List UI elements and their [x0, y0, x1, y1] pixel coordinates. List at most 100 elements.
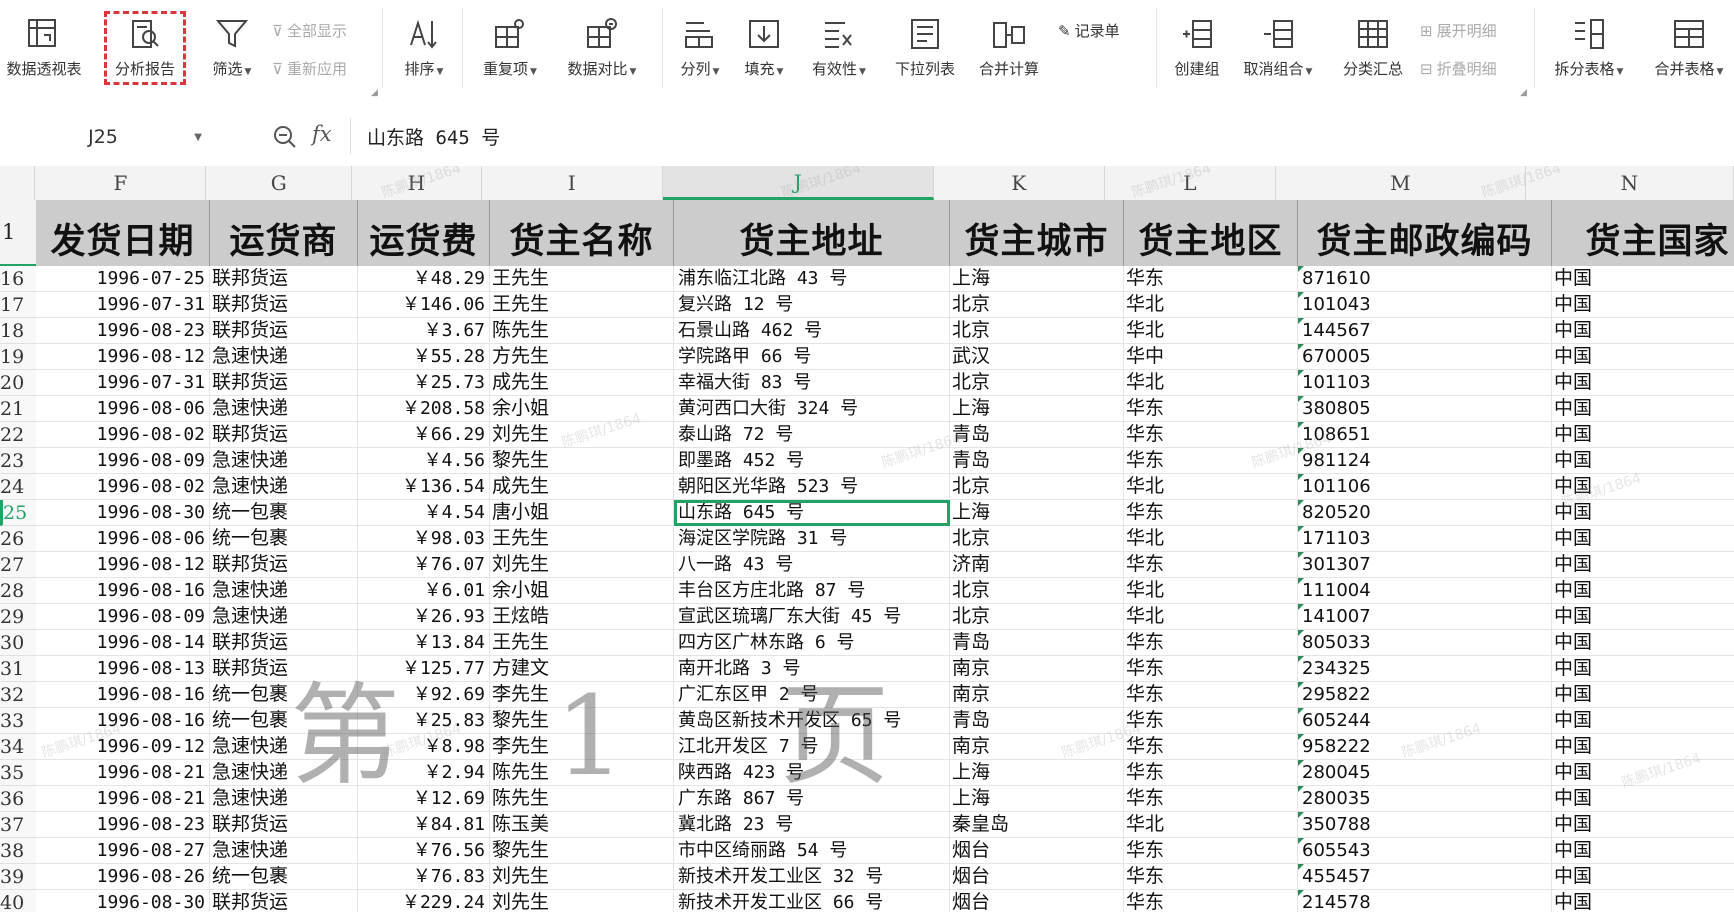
table-cell[interactable]: 联邦货运 — [210, 630, 358, 656]
table-cell[interactable]: 华北 — [1124, 604, 1298, 630]
table-cell[interactable]: 王先生 — [490, 526, 674, 552]
table-cell[interactable]: 刘先生 — [490, 552, 674, 578]
table-cell[interactable]: 1996-08-02 — [36, 422, 210, 448]
table-cell[interactable]: 1996-08-13 — [36, 656, 210, 682]
table-cell[interactable]: ￥3.67 — [358, 318, 490, 344]
table-cell[interactable]: 301307 — [1298, 552, 1552, 578]
table-cell[interactable]: 上海 — [950, 500, 1124, 526]
table-cell[interactable]: 刘先生 — [490, 864, 674, 890]
table-cell[interactable]: ￥4.56 — [358, 448, 490, 474]
row-header[interactable]: 40 — [0, 890, 36, 912]
table-cell[interactable]: 统一包裹 — [210, 864, 358, 890]
table-cell[interactable]: 111004 — [1298, 578, 1552, 604]
table-cell[interactable]: 冀北路 23 号 — [674, 812, 950, 838]
row-header[interactable]: 19 — [0, 344, 36, 370]
table-cell[interactable]: ￥6.01 — [358, 578, 490, 604]
header-cell[interactable]: 货主城市 — [950, 200, 1124, 266]
table-cell[interactable]: 统一包裹 — [210, 500, 358, 526]
table-cell[interactable]: 急速快递 — [210, 396, 358, 422]
validity-button[interactable]: 有效性 ▼ — [804, 14, 874, 79]
table-cell[interactable]: 中国 — [1552, 760, 1734, 786]
table-cell[interactable]: 1996-07-25 — [36, 266, 210, 292]
table-cell[interactable]: 成先生 — [490, 474, 674, 500]
table-cell[interactable]: 南开北路 3 号 — [674, 656, 950, 682]
dropdown-list-button[interactable]: 下拉列表 — [888, 14, 962, 79]
table-cell[interactable]: 朝阳区光华路 523 号 — [674, 474, 950, 500]
table-cell[interactable]: 联邦货运 — [210, 552, 358, 578]
show-all-button[interactable]: ⊽ 全部显示 — [272, 20, 347, 41]
ungroup-button[interactable]: 取消组合 ▼ — [1236, 14, 1320, 79]
table-cell[interactable]: 上海 — [950, 396, 1124, 422]
table-cell[interactable]: ￥25.73 — [358, 370, 490, 396]
table-cell[interactable]: 605543 — [1298, 838, 1552, 864]
table-cell[interactable]: ￥48.29 — [358, 266, 490, 292]
table-cell[interactable]: 中国 — [1552, 422, 1734, 448]
table-cell[interactable]: 联邦货运 — [210, 656, 358, 682]
table-cell[interactable]: 中国 — [1552, 578, 1734, 604]
row-header[interactable]: 16 — [0, 266, 36, 292]
table-cell[interactable]: ￥26.93 — [358, 604, 490, 630]
expand-detail-button[interactable]: ⊞ 展开明细 — [1420, 20, 1497, 41]
table-cell[interactable]: 华北 — [1124, 578, 1298, 604]
table-cell[interactable]: 四方区广林东路 6 号 — [674, 630, 950, 656]
spreadsheet-grid[interactable]: FGHIJKLMN 1 发货日期 运货商 运货费 货主名称 货主地址 货主城市 货主地区 货主… — [0, 166, 1734, 912]
table-cell[interactable]: 联邦货运 — [210, 812, 358, 838]
table-cell[interactable]: 1996-08-16 — [36, 708, 210, 734]
table-cell[interactable]: 中国 — [1552, 318, 1734, 344]
table-cell[interactable]: 北京 — [950, 370, 1124, 396]
table-cell[interactable]: 144567 — [1298, 318, 1552, 344]
table-cell[interactable]: 280035 — [1298, 786, 1552, 812]
table-cell[interactable]: 广东路 867 号 — [674, 786, 950, 812]
table-cell[interactable]: 华东 — [1124, 630, 1298, 656]
table-cell[interactable]: ￥76.56 — [358, 838, 490, 864]
table-cell[interactable]: ￥76.07 — [358, 552, 490, 578]
table-cell[interactable]: 急速快递 — [210, 344, 358, 370]
table-cell[interactable]: 中国 — [1552, 292, 1734, 318]
table-cell[interactable]: 陈先生 — [490, 760, 674, 786]
name-box[interactable]: J25 ▼ — [0, 120, 206, 154]
table-cell[interactable]: 1996-08-09 — [36, 604, 210, 630]
column-header-i[interactable]: I — [482, 166, 663, 200]
table-cell[interactable]: 中国 — [1552, 812, 1734, 838]
table-cell[interactable]: 871610 — [1298, 266, 1552, 292]
duplicates-button[interactable]: 重复项 ▼ — [474, 14, 546, 79]
table-cell[interactable]: 1996-08-26 — [36, 864, 210, 890]
table-cell[interactable]: 北京 — [950, 474, 1124, 500]
column-header-j[interactable]: J — [662, 166, 934, 200]
table-cell[interactable]: 王炫皓 — [490, 604, 674, 630]
table-cell[interactable]: 华东 — [1124, 682, 1298, 708]
table-cell[interactable]: 中国 — [1552, 734, 1734, 760]
table-cell[interactable]: 急速快递 — [210, 474, 358, 500]
table-cell[interactable]: 幸福大街 83 号 — [674, 370, 950, 396]
table-cell[interactable]: 海淀区学院路 31 号 — [674, 526, 950, 552]
zoom-icon[interactable] — [272, 124, 298, 150]
table-cell[interactable]: 陈先生 — [490, 318, 674, 344]
table-cell[interactable]: 141007 — [1298, 604, 1552, 630]
row-header[interactable]: 28 — [0, 578, 36, 604]
table-cell[interactable]: 1996-08-21 — [36, 786, 210, 812]
table-cell[interactable]: 黄岛区新技术开发区 65 号 — [674, 708, 950, 734]
reapply-button[interactable]: ⊽ 重新应用 — [272, 58, 347, 79]
table-cell[interactable]: 王先生 — [490, 630, 674, 656]
record-sheet-button[interactable]: ✎ 记录单 — [1058, 20, 1120, 41]
table-cell[interactable]: ￥2.94 — [358, 760, 490, 786]
table-cell[interactable]: 1996-08-30 — [36, 500, 210, 526]
table-cell[interactable]: 急速快递 — [210, 604, 358, 630]
table-cell[interactable]: 华东 — [1124, 890, 1298, 912]
group-corner-icon[interactable]: ◢ — [1520, 88, 1527, 98]
table-cell[interactable]: 华北 — [1124, 292, 1298, 318]
table-cell[interactable]: 中国 — [1552, 604, 1734, 630]
table-cell[interactable]: 华东 — [1124, 760, 1298, 786]
table-cell[interactable]: 统一包裹 — [210, 682, 358, 708]
row-header[interactable]: 22 — [0, 422, 36, 448]
table-cell[interactable]: 中国 — [1552, 500, 1734, 526]
header-cell[interactable]: 货主国家 — [1552, 200, 1734, 266]
table-cell[interactable]: 北京 — [950, 578, 1124, 604]
table-cell[interactable]: ￥12.69 — [358, 786, 490, 812]
table-cell[interactable]: 605244 — [1298, 708, 1552, 734]
active-cell[interactable]: 山东路 645 号 — [674, 500, 950, 526]
row-header[interactable]: 25 — [0, 500, 36, 526]
table-cell[interactable]: ￥229.24 — [358, 890, 490, 912]
table-cell[interactable]: 急速快递 — [210, 734, 358, 760]
header-cell[interactable]: 货主地区 — [1124, 200, 1298, 266]
